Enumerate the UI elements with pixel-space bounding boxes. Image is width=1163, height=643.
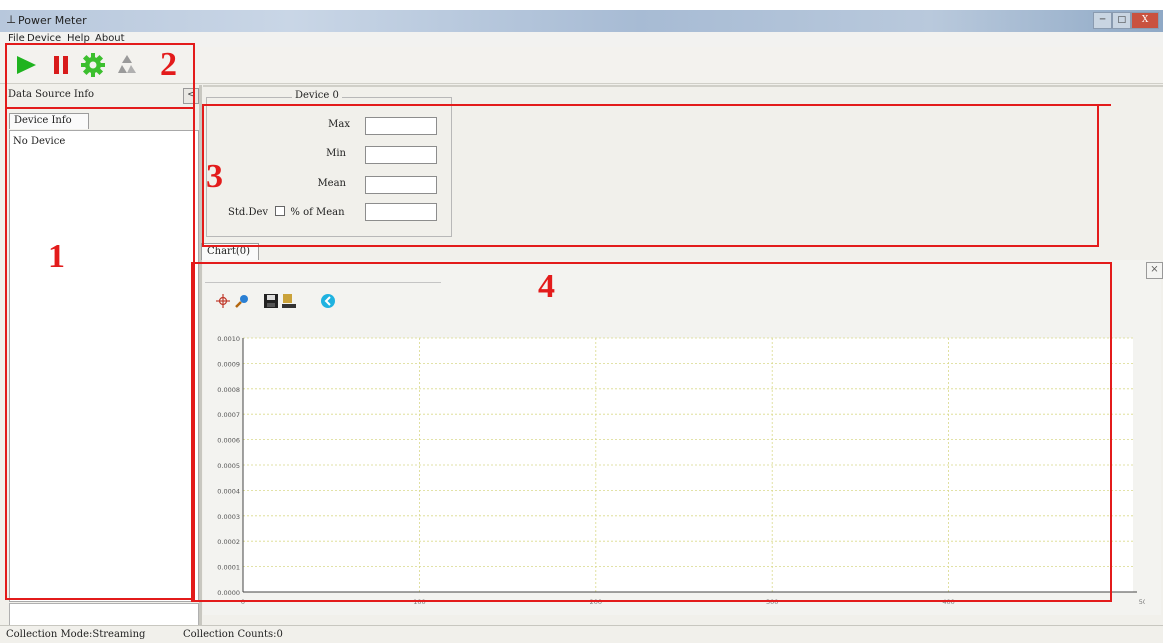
app-icon: ⊥: [6, 13, 17, 26]
annotation-label-2: 2: [160, 46, 177, 83]
horizontal-divider: [203, 85, 1163, 87]
device-group-title: Device 0: [292, 90, 342, 101]
status-bar: Collection Mode:Streaming Collection Cou…: [0, 625, 1163, 643]
close-button[interactable]: X: [1131, 12, 1159, 29]
annotation-label-1: 1: [48, 238, 65, 275]
cropped-caption-strip: [0, 0, 1163, 10]
collection-mode-status: Collection Mode:Streaming: [6, 629, 146, 640]
annotation-box-3: [202, 104, 1099, 247]
annotation-box-4: [191, 262, 1112, 602]
window-titlebar: ⊥ Power Meter ─ □ X: [0, 10, 1163, 32]
annotation-box-3-tail: [1097, 104, 1111, 106]
close-chart-button[interactable]: ×: [1146, 262, 1163, 279]
window-controls: ─ □ X: [1093, 12, 1159, 29]
annotation-label-3: 3: [206, 158, 223, 195]
minimize-button[interactable]: ─: [1093, 12, 1113, 29]
annotation-box-1: [5, 43, 195, 600]
window-title: Power Meter: [18, 14, 87, 27]
x-tick-label: 500: [1139, 598, 1145, 606]
annotation-label-4: 4: [538, 268, 555, 305]
left-panel-footer: [9, 603, 199, 627]
collection-counts-status: Collection Counts:0: [183, 629, 283, 640]
maximize-button[interactable]: □: [1112, 12, 1132, 29]
